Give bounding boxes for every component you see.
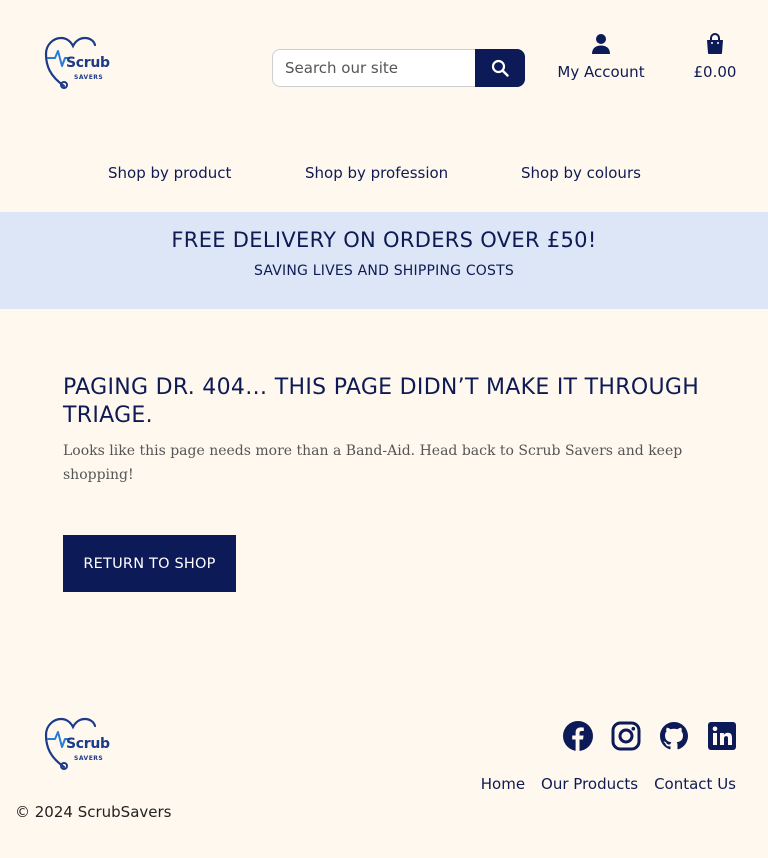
search-input[interactable]: [272, 49, 475, 87]
my-account-link[interactable]: My Account: [552, 33, 650, 81]
site-search: [272, 49, 525, 87]
instagram-icon[interactable]: [610, 720, 642, 752]
social-links: [562, 720, 738, 752]
promo-banner: FREE DELIVERY ON ORDERS OVER £50! SAVING…: [0, 212, 768, 309]
main-nav: Shop by product Shop by profession Shop …: [0, 164, 768, 186]
error-title: PAGING DR. 404… THIS PAGE DIDN’T MAKE IT…: [63, 375, 700, 428]
footer-link-home[interactable]: Home: [481, 775, 525, 793]
logo-subtitle: SAVERS: [74, 74, 104, 81]
copyright-text: © 2024 ScrubSavers: [15, 803, 172, 821]
nav-shop-by-colours[interactable]: Shop by colours: [521, 164, 641, 182]
facebook-icon[interactable]: [562, 720, 594, 752]
my-account-label: My Account: [557, 63, 645, 81]
error-message: Looks like this page needs more than a B…: [63, 443, 683, 483]
error-content: PAGING DR. 404… THIS PAGE DIDN’T MAKE IT…: [63, 374, 713, 487]
footer-logo-subtitle: SAVERS: [74, 755, 104, 762]
linkedin-icon[interactable]: [706, 720, 738, 752]
footer-nav: Home Our Products Contact Us: [481, 775, 736, 793]
site-header: Scrub SAVERS My Account £0.00 Shop by pr…: [0, 0, 768, 212]
site-footer: Scrub SAVERS Home Our Products Contact U…: [0, 690, 768, 835]
user-icon: [592, 34, 610, 54]
search-button[interactable]: [475, 49, 525, 87]
nav-shop-by-product[interactable]: Shop by product: [108, 164, 231, 182]
cart-link[interactable]: £0.00: [690, 33, 740, 81]
footer-link-our-products[interactable]: Our Products: [541, 775, 638, 793]
footer-logo[interactable]: Scrub SAVERS: [44, 717, 120, 771]
cart-total: £0.00: [693, 63, 737, 81]
promo-subline: SAVING LIVES AND SHIPPING COSTS: [254, 263, 514, 279]
github-icon[interactable]: [658, 720, 690, 752]
logo-wordmark: Scrub: [66, 55, 110, 71]
nav-shop-by-profession[interactable]: Shop by profession: [305, 164, 448, 182]
shopping-bag-icon: [707, 33, 723, 54]
return-to-shop-button[interactable]: RETURN TO SHOP: [63, 535, 236, 592]
search-icon: [491, 59, 509, 77]
site-logo[interactable]: Scrub SAVERS: [44, 36, 120, 90]
promo-headline: FREE DELIVERY ON ORDERS OVER £50!: [171, 228, 597, 252]
footer-logo-wordmark: Scrub: [66, 736, 110, 752]
footer-link-contact-us[interactable]: Contact Us: [654, 775, 736, 793]
